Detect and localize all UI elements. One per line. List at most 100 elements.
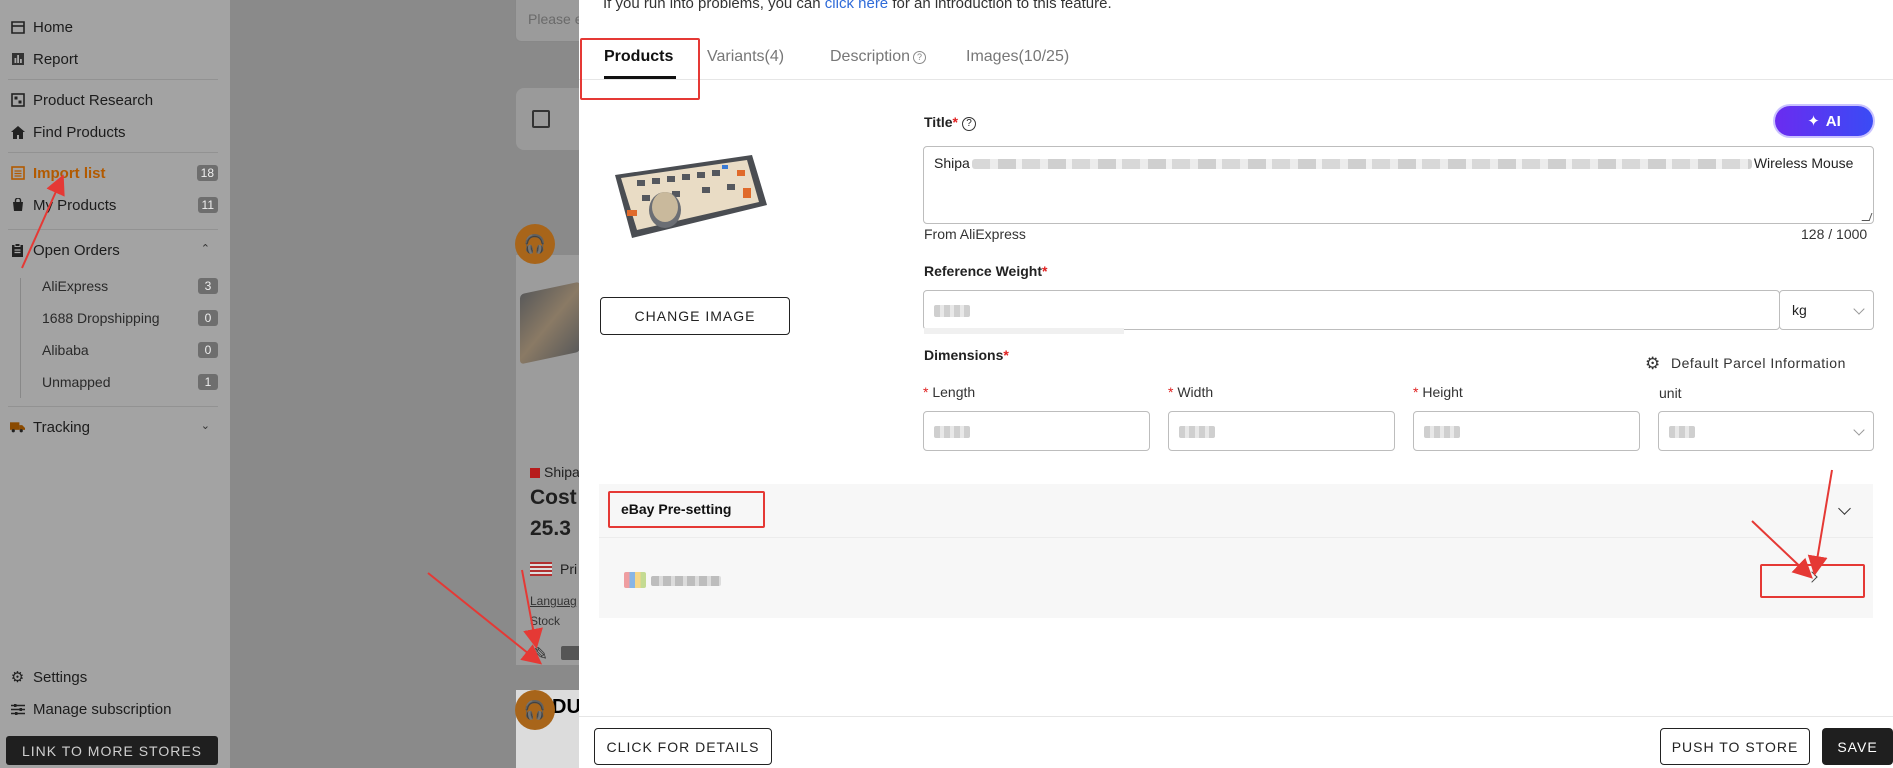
- sidebar-item-label: Settings: [33, 668, 88, 686]
- tab-products[interactable]: Products: [604, 48, 673, 66]
- sidebar-item-label: AliExpress: [42, 278, 109, 294]
- sidebar-item-alibaba[interactable]: Alibaba: [42, 338, 89, 362]
- title-source: From AliExpress: [924, 226, 1026, 242]
- sidebar-item-import-list[interactable]: Import list: [10, 161, 106, 185]
- gear-icon[interactable]: ⚙: [1645, 354, 1660, 374]
- headset-icon[interactable]: 🎧: [515, 690, 555, 730]
- tab-label: Description: [830, 48, 911, 65]
- chevron-up-icon[interactable]: ⌃: [201, 242, 210, 255]
- drawer-footer: CLICK FOR DETAILS PUSH TO STORE SAVE: [579, 716, 1893, 768]
- ai-generate-button[interactable]: ✦ AI: [1775, 106, 1873, 136]
- height-label: * Height: [1413, 384, 1463, 400]
- sidebar-item-home[interactable]: Home: [10, 15, 73, 39]
- divider: [8, 152, 218, 153]
- title-label-text: Title: [924, 114, 953, 130]
- chevron-down-icon: [1853, 424, 1865, 436]
- report-icon: [10, 52, 25, 67]
- sidebar-item-settings[interactable]: ⚙ Settings: [10, 665, 87, 689]
- length-label: * Length: [923, 384, 975, 400]
- title-label: Title*?: [924, 114, 976, 131]
- sparkle-icon: ✦: [1807, 113, 1820, 130]
- click-here-link[interactable]: click here: [825, 0, 888, 12]
- height-input[interactable]: [1413, 411, 1640, 451]
- weight-label-text: Reference Weight: [924, 263, 1042, 279]
- ebay-presetting-title: eBay Pre-setting: [621, 501, 732, 517]
- tab-description[interactable]: Description?: [830, 48, 927, 66]
- blurred-hint: [924, 328, 1124, 334]
- truck-icon: [10, 420, 25, 435]
- stock-label: Stock: [530, 614, 561, 628]
- sliders-icon: [10, 702, 25, 717]
- link-to-more-stores-button[interactable]: LINK TO MORE STORES: [6, 736, 218, 765]
- sidebar-item-find-products[interactable]: Find Products: [10, 120, 126, 144]
- sidebar-item-1688[interactable]: 1688 Dropshipping: [42, 306, 160, 330]
- push-to-store-button[interactable]: PUSH TO STORE: [1660, 728, 1810, 765]
- house-icon: [10, 125, 25, 140]
- title-suffix: Wireless Mouse: [1753, 155, 1854, 171]
- required-asterisk: *: [1413, 384, 1423, 400]
- price-row: Pri: [530, 561, 577, 577]
- sidebar-item-product-research[interactable]: Product Research: [10, 88, 153, 112]
- count-badge: 0: [198, 310, 218, 326]
- count-badge: 3: [198, 278, 218, 294]
- help-icon[interactable]: ?: [961, 116, 976, 131]
- sidebar-item-label: Unmapped: [42, 374, 111, 390]
- blurred-value: [934, 305, 970, 317]
- sidebar-item-label: Alibaba: [42, 342, 89, 358]
- sidebar-item-tracking[interactable]: Tracking: [10, 415, 90, 439]
- title-textarea[interactable]: Shipa Wireless Mouse: [923, 146, 1874, 224]
- sidebar-item-label: Find Products: [33, 123, 126, 141]
- store-icon: [530, 468, 540, 478]
- chevron-down-icon: [1853, 303, 1865, 315]
- width-input[interactable]: [1168, 411, 1395, 451]
- edit-product-drawer: If you run into problems, you can click …: [579, 0, 1893, 768]
- sidebar-item-report[interactable]: Report: [10, 47, 78, 71]
- dimensions-label-text: Dimensions: [924, 347, 1004, 363]
- price-label: Pri: [560, 561, 578, 577]
- shipping-icon[interactable]: [561, 646, 581, 660]
- intro-suffix: for an introduction to this feature.: [888, 0, 1112, 12]
- height-label-text: Height: [1422, 384, 1463, 400]
- my-products-count-badge: 11: [197, 197, 218, 213]
- count-badge: 0: [198, 342, 218, 358]
- help-icon: ?: [913, 50, 927, 64]
- title-char-count: 128 / 1000: [1801, 226, 1868, 242]
- ebay-presetting-header[interactable]: eBay Pre-setting: [599, 484, 1873, 538]
- blurred-value: [1669, 426, 1695, 438]
- save-button[interactable]: SAVE: [1822, 728, 1893, 765]
- sidebar-item-aliexpress[interactable]: AliExpress: [42, 274, 108, 298]
- resize-handle[interactable]: [1861, 213, 1873, 221]
- weight-label: Reference Weight*: [924, 263, 1047, 279]
- weight-unit-select[interactable]: kg: [1779, 290, 1874, 330]
- edit-pencil-icon[interactable]: ✎: [533, 644, 548, 665]
- intro-prefix: If you run into problems, you can: [603, 0, 825, 12]
- select-all-checkbox[interactable]: [532, 110, 550, 128]
- chevron-down-icon[interactable]: ⌄: [201, 419, 210, 432]
- sidebar-item-unmapped[interactable]: Unmapped: [42, 370, 111, 394]
- search-input[interactable]: Please e: [515, 0, 585, 42]
- chevron-down-icon[interactable]: [1838, 502, 1851, 515]
- sidebar-item-open-orders[interactable]: Open Orders: [10, 238, 120, 262]
- sidebar-item-my-products[interactable]: My Products: [10, 193, 116, 217]
- required-asterisk: *: [1168, 384, 1178, 400]
- sidebar-item-label: Open Orders: [33, 241, 120, 259]
- change-image-button[interactable]: CHANGE IMAGE: [600, 297, 790, 335]
- sidebar: Home Report Product Research Find Produc…: [0, 0, 230, 768]
- tab-bar: Products Variants(4) Description? Images…: [579, 36, 1893, 80]
- dimension-unit-select[interactable]: [1658, 411, 1874, 451]
- length-input[interactable]: [923, 411, 1150, 451]
- sidebar-item-label: Manage subscription: [33, 700, 172, 718]
- tab-variants[interactable]: Variants(4): [707, 48, 784, 66]
- sidebar-item-label: Home: [33, 18, 74, 36]
- price-fragment: 25.3: [530, 517, 571, 540]
- weight-input[interactable]: [923, 290, 1780, 330]
- sidebar-item-manage-subscription[interactable]: Manage subscription: [10, 697, 171, 721]
- chevron-right-icon[interactable]: [1806, 571, 1818, 583]
- ebay-logo-icon: [624, 572, 646, 588]
- click-for-details-button[interactable]: CLICK FOR DETAILS: [594, 728, 772, 765]
- required-asterisk: *: [952, 114, 958, 130]
- default-parcel-link[interactable]: Default Parcel Information: [1671, 355, 1846, 371]
- tab-images[interactable]: Images(10/25): [966, 48, 1069, 66]
- language-link[interactable]: Languag: [530, 594, 577, 608]
- headset-icon[interactable]: 🎧: [515, 224, 555, 264]
